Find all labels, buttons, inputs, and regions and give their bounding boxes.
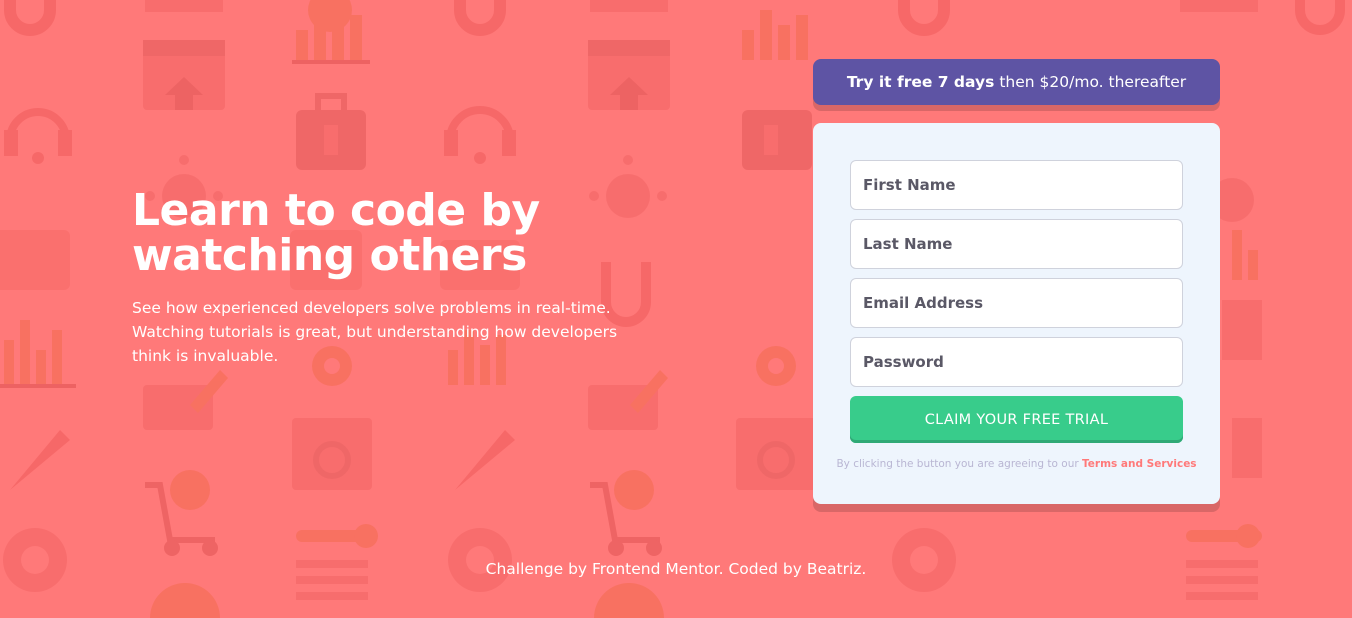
signup-form: CLAIM YOUR FREE TRIAL By clicking the bu…	[813, 123, 1220, 504]
attribution-text: Challenge by Frontend Mentor. Coded by B…	[485, 560, 867, 578]
browser-window-icon	[588, 40, 670, 110]
email-input[interactable]	[850, 278, 1183, 328]
key-icon	[1186, 524, 1262, 548]
rocket-icon	[10, 430, 70, 490]
pencil-icon	[588, 370, 668, 430]
browser-window-icon	[1232, 418, 1262, 478]
last-name-input[interactable]	[850, 219, 1183, 269]
gear-icon	[756, 346, 796, 386]
magnet-icon	[454, 0, 506, 36]
toolbox-icon	[296, 93, 366, 170]
promo-highlight: Try it free 7 days	[846, 73, 995, 91]
hero-title: Learn to code by watching others	[132, 185, 540, 281]
target-icon	[150, 583, 220, 618]
attribution-footer: Challenge by Frontend Mentor. Coded by B…	[0, 560, 1352, 578]
first-name-input[interactable]	[850, 160, 1183, 210]
target-icon	[594, 583, 664, 618]
magnet-icon	[4, 0, 56, 36]
rocket-icon	[455, 430, 515, 490]
terms-link[interactable]: Terms and Services	[1082, 458, 1197, 470]
claim-free-trial-button[interactable]: CLAIM YOUR FREE TRIAL	[850, 396, 1183, 443]
bar-chart-icon	[1232, 230, 1258, 280]
headset-icon	[444, 106, 516, 164]
terms-notice: By clicking the button you are agreeing …	[813, 458, 1220, 470]
promo-text: then $20/mo. thereafter	[999, 73, 1187, 91]
thumbs-up-icon	[0, 230, 70, 290]
browser-window-icon	[143, 40, 225, 110]
headset-icon	[4, 108, 72, 164]
trial-promo-banner: Try it free 7 days then $20/mo. thereaft…	[813, 59, 1220, 105]
magnet-icon	[898, 0, 950, 36]
gear-icon	[614, 470, 654, 510]
magnifier-icon	[292, 418, 372, 490]
hero-description: See how experienced developers solve pro…	[132, 299, 618, 365]
bar-chart-icon	[0, 320, 76, 388]
magnet-icon	[1295, 0, 1345, 35]
magnifier-icon	[736, 418, 816, 490]
bar-chart-icon	[742, 10, 808, 60]
terms-prefix: By clicking the button you are agreeing …	[836, 458, 1079, 470]
gear-icon	[170, 470, 210, 510]
key-icon	[296, 524, 378, 548]
password-input[interactable]	[850, 337, 1183, 387]
toolbox-icon	[742, 110, 812, 170]
hero-section: Learn to code by watching others See how…	[132, 188, 752, 368]
